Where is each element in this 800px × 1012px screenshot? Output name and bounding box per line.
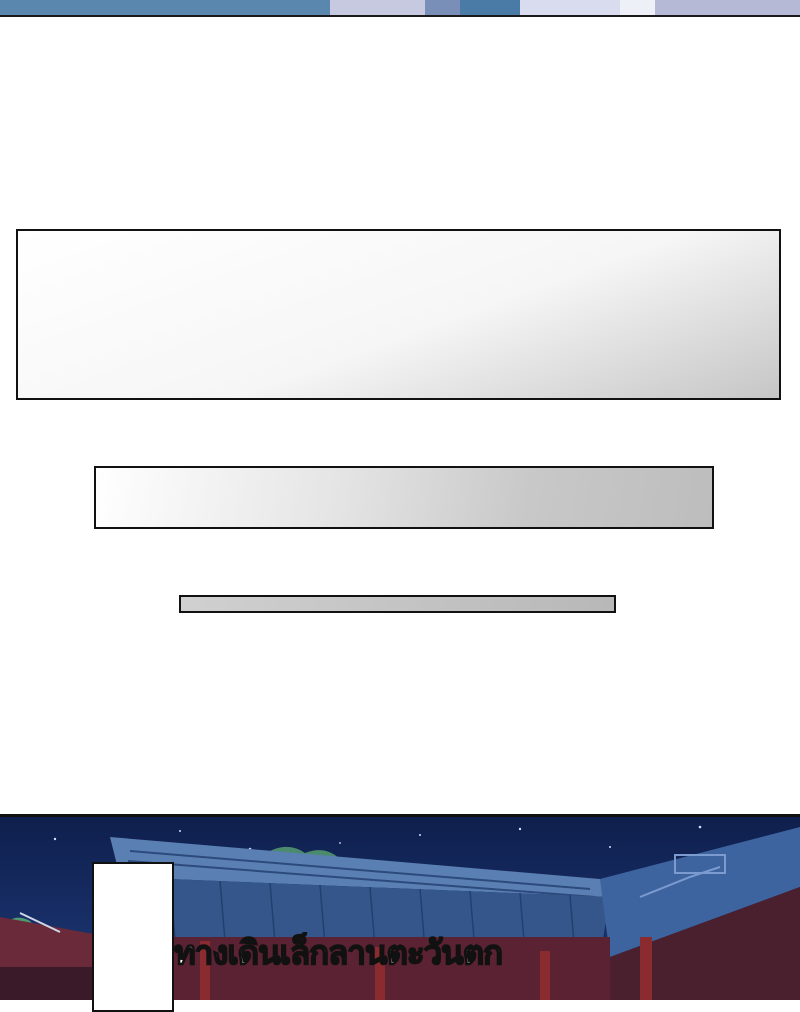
- top-panel-fragment: [0, 0, 800, 17]
- empty-narration-panel-medium: [94, 466, 714, 529]
- top-panel-art: [0, 0, 800, 15]
- location-caption: ทางเดินเล็กลานตะวันตก: [173, 932, 504, 973]
- empty-narration-panel-large: [16, 229, 781, 400]
- empty-narration-panel-small: [179, 595, 616, 613]
- caption-box: [92, 862, 174, 1012]
